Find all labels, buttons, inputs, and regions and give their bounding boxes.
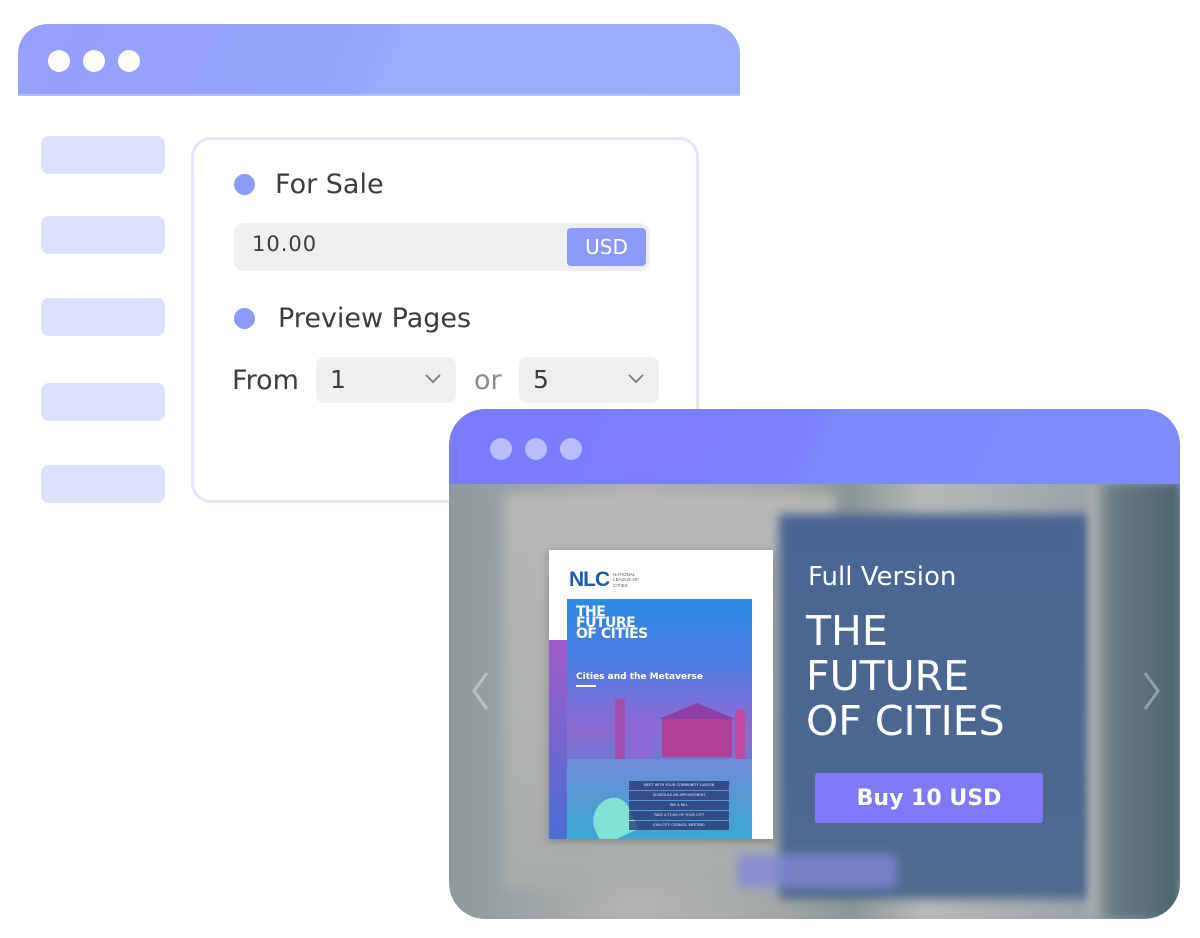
promo-title: THE FUTURE OF CITIES [806,609,1005,744]
preview-window: NLC National League of Cities THE FUTURE… [449,409,1180,919]
cover-logo: NLC National League of Cities [569,568,639,592]
cover-menu-item: Schedule an appointment [629,791,729,800]
for-sale-title: For Sale [275,169,384,200]
sidebar-item[interactable] [41,298,165,336]
window-dot-icon[interactable] [48,50,70,72]
cover-illustration-tower [549,640,567,839]
window-controls [490,438,582,460]
blurred-background [1089,484,1180,919]
bullet-icon [234,174,255,195]
cover-illustration: THE FUTURE OF CITIES Cities and the Meta… [567,599,752,839]
blurred-background-button [737,854,897,888]
or-label: or [474,365,502,396]
cover-underline [576,685,596,687]
sidebar-item[interactable] [41,383,165,421]
chevron-left-icon[interactable] [469,669,493,713]
sidebar-item[interactable] [41,136,165,174]
flipbook-viewer: NLC National League of Cities THE FUTURE… [449,484,1180,919]
from-page-value: 1 [330,365,346,394]
cover-menu-item: Join city council meeting [629,821,729,830]
window-dot-icon[interactable] [560,438,582,460]
cover-subtitle: Cities and the Metaverse [576,672,703,682]
book-cover[interactable]: NLC National League of Cities THE FUTURE… [549,550,773,839]
price-input[interactable]: 10.00 USD [234,223,650,271]
currency-button[interactable]: USD [567,228,646,266]
bullet-icon [234,308,255,329]
building-shape [629,714,653,759]
window-titlebar [449,409,1180,484]
cover-menu-item: Take a tour of your city [629,811,729,820]
to-page-select[interactable]: 5 [519,357,659,403]
tree-shape [735,709,745,764]
buy-button[interactable]: Buy 10 USD [815,773,1043,823]
version-label: Full Version [808,562,957,592]
window-controls [48,50,140,72]
building-roof-shape [659,703,735,719]
for-sale-header: For Sale [234,169,384,200]
window-dot-icon[interactable] [118,50,140,72]
page-range-row: From 1 or 5 [232,357,672,405]
window-dot-icon[interactable] [83,50,105,72]
preview-pages-header: Preview Pages [234,303,471,334]
promo-title-line: FUTURE [806,652,970,700]
building-shape [615,699,625,759]
to-page-value: 5 [533,365,549,394]
chevron-down-icon [628,374,644,384]
chevron-down-icon [425,374,441,384]
cover-title-line: OF CITIES [576,626,648,642]
from-label: From [232,365,299,396]
cover-menu-item: Pay a bill [629,801,729,810]
logo-text: NLC [569,568,610,591]
chevron-right-icon[interactable] [1139,669,1163,713]
sidebar-item[interactable] [41,465,165,503]
org-name: National League of Cities [613,571,639,588]
building-shape [662,717,732,757]
preview-pages-title: Preview Pages [278,303,472,334]
window-dot-icon[interactable] [525,438,547,460]
from-page-select[interactable]: 1 [316,357,456,403]
sidebar-item[interactable] [41,216,165,254]
cover-menu-item: Meet with your community liaison [629,781,729,790]
promo-title-line: THE [806,607,888,655]
cover-title: THE FUTURE OF CITIES [576,605,648,642]
window-dot-icon[interactable] [490,438,512,460]
cover-menu: Meet with your community liaison Schedul… [629,781,729,831]
window-titlebar [18,24,740,96]
promo-title-line: OF CITIES [806,697,1005,745]
price-value[interactable]: 10.00 [252,232,317,256]
